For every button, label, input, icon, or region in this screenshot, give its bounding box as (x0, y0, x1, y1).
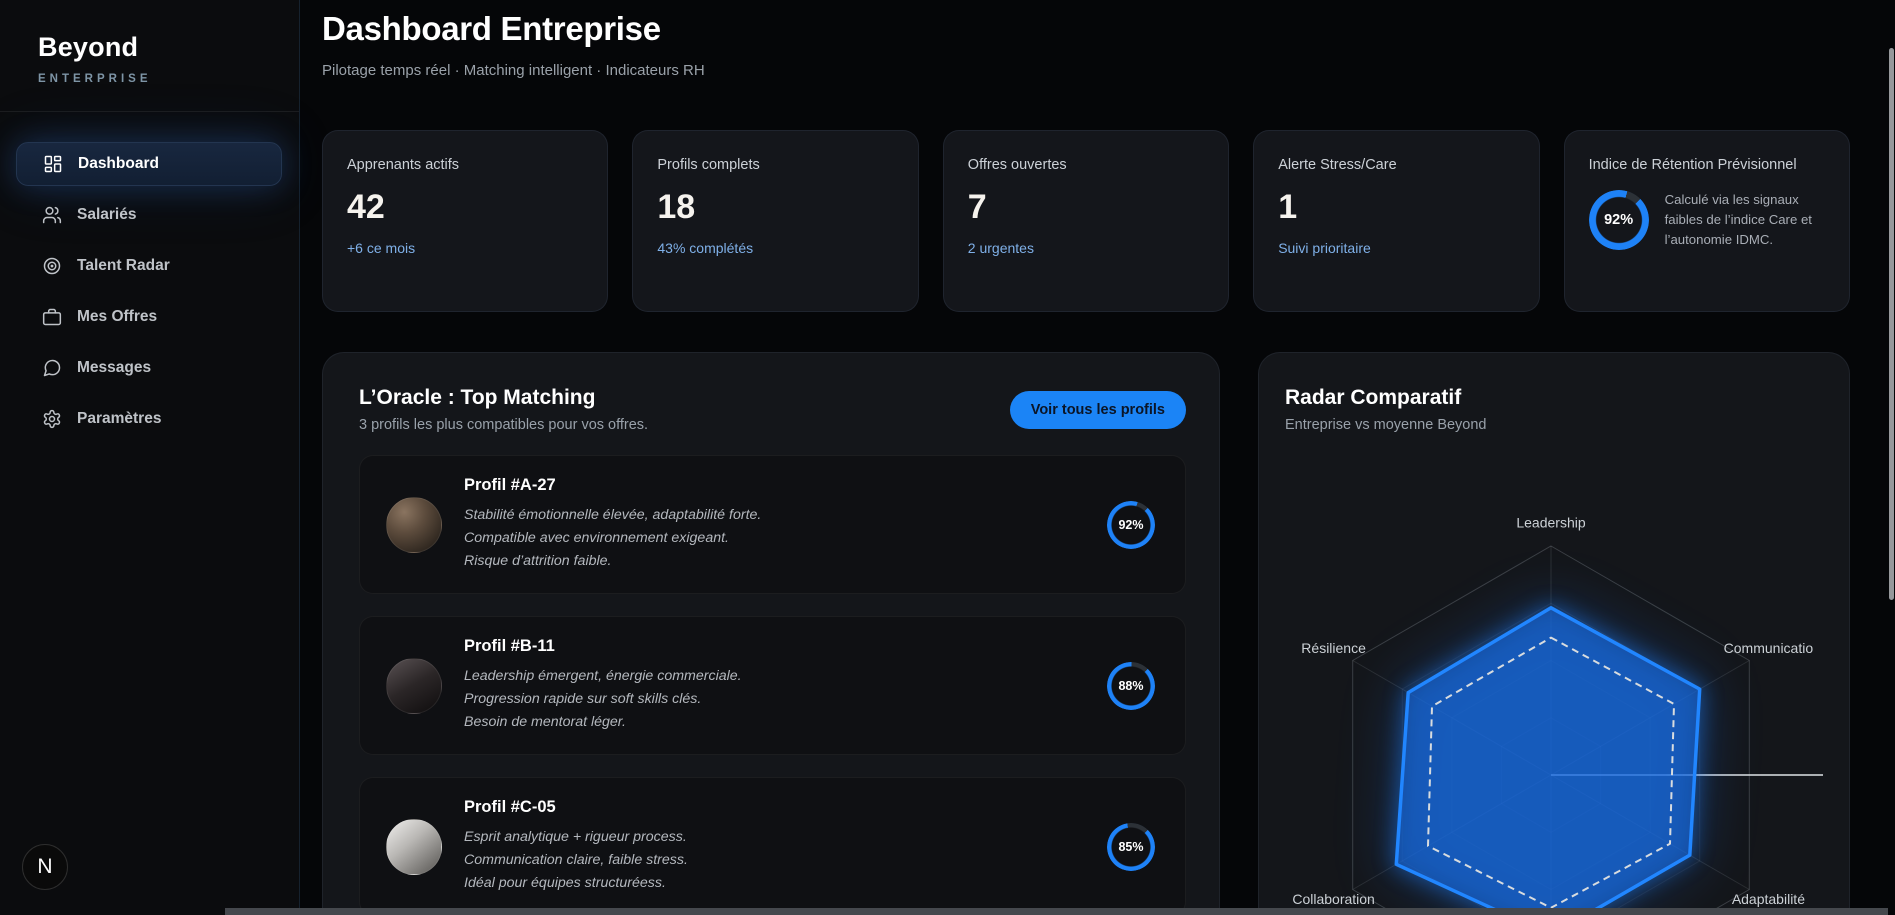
sidebar-item-label: Dashboard (78, 155, 159, 173)
sidebar: Beyond ENTERPRISE Dashboard Salariés (0, 0, 300, 915)
brand-name: Beyond (38, 32, 299, 63)
app-root: Beyond ENTERPRISE Dashboard Salariés (0, 0, 1895, 915)
profile-line: Stabilité émotionnelle élevée, adaptabil… (464, 504, 761, 527)
sidebar-item-label: Talent Radar (77, 257, 170, 275)
vertical-scrollbar-thumb[interactable] (1889, 48, 1894, 600)
profile-row-a27[interactable]: Profil #A-27 Stabilité émotionnelle élev… (359, 455, 1186, 594)
oracle-subtitle: 3 profils les plus compatibles pour vos … (359, 417, 648, 433)
sidebar-item-messages[interactable]: Messages (16, 346, 282, 390)
radar-subtitle: Entreprise vs moyenne Beyond (1285, 417, 1849, 433)
stat-value: 42 (347, 188, 583, 227)
sidebar-item-dashboard[interactable]: Dashboard (16, 142, 282, 186)
stat-label: Offres ouvertes (968, 157, 1204, 173)
horizontal-scrollbar[interactable] (225, 908, 1888, 915)
page-subtitle: Pilotage temps réel · Matching intellige… (322, 62, 705, 79)
match-progress-ring: 92% (1107, 501, 1155, 549)
profile-line: Esprit analytique + rigueur process. (464, 826, 688, 849)
stat-label: Profils complets (657, 157, 893, 173)
nextjs-dev-badge[interactable]: N (22, 844, 68, 890)
main-content: Dashboard Entreprise Pilotage temps réel… (300, 0, 1895, 915)
profile-line: Communication claire, faible stress. (464, 849, 688, 872)
profile-row-c05[interactable]: Profil #C-05 Esprit analytique + rigueur… (359, 777, 1186, 915)
match-ring-value: 92% (1118, 518, 1143, 532)
sidebar-item-label: Mes Offres (77, 308, 157, 326)
stat-sub: Suivi prioritaire (1278, 240, 1514, 256)
radar-chart: Leadership Communicatio Adaptabilité Collab… (1259, 353, 1850, 915)
profile-avatar (386, 658, 442, 714)
profile-row-b11[interactable]: Profil #B-11 Leadership émergent, énergi… (359, 616, 1186, 755)
stat-card-offres: Offres ouvertes 7 2 urgentes (943, 130, 1229, 312)
stat-sub: 43% complétés (657, 240, 893, 256)
brand-subtitle: ENTERPRISE (38, 73, 299, 85)
profile-line: Compatible avec environnement exigeant. (464, 527, 761, 550)
stat-card-apprenants: Apprenants actifs 42 +6 ce mois (322, 130, 608, 312)
profile-avatar (386, 819, 442, 875)
sidebar-item-salaries[interactable]: Salariés (16, 193, 282, 237)
profile-line: Besoin de mentorat léger. (464, 711, 742, 734)
profile-name: Profil #C-05 (464, 798, 688, 817)
sidebar-item-label: Salariés (77, 206, 136, 224)
stat-label: Apprenants actifs (347, 157, 583, 173)
match-ring-value: 88% (1118, 679, 1143, 693)
sidebar-nav: Dashboard Salariés Talent Radar Mes Offr… (0, 112, 299, 441)
sidebar-item-label: Paramètres (77, 410, 161, 428)
briefcase-icon (42, 307, 62, 327)
layout-dashboard-icon (43, 154, 63, 174)
radar-title: Radar Comparatif (1285, 386, 1849, 410)
stat-label: Alerte Stress/Care (1278, 157, 1514, 173)
stat-card-profils: Profils complets 18 43% complétés (632, 130, 918, 312)
match-ring-value: 85% (1118, 840, 1143, 854)
stat-sub: +6 ce mois (347, 240, 583, 256)
profile-line: Risque d’attrition faible. (464, 550, 761, 573)
stat-value: 1 (1278, 188, 1514, 227)
profile-avatar (386, 497, 442, 553)
gear-icon (42, 409, 62, 429)
retention-progress-ring: 92% (1589, 190, 1649, 250)
radar-panel: Leadership Communicatio Adaptabilité Collab… (1258, 352, 1850, 915)
radar-axis-label: Communicatio (1724, 640, 1814, 656)
retention-description: Calculé via les signaux faibles de l’ind… (1665, 190, 1817, 249)
profile-line: Progression rapide sur soft skills clés. (464, 688, 742, 711)
sidebar-item-parametres[interactable]: Paramètres (16, 397, 282, 441)
sidebar-item-label: Messages (77, 359, 151, 377)
stat-value: 18 (657, 188, 893, 227)
message-bubble-icon (42, 358, 62, 378)
match-progress-ring: 88% (1107, 662, 1155, 710)
profile-name: Profil #A-27 (464, 476, 761, 495)
retention-ring-value: 92% (1604, 212, 1633, 228)
sidebar-item-mes-offres[interactable]: Mes Offres (16, 295, 282, 339)
stat-card-stress: Alerte Stress/Care 1 Suivi prioritaire (1253, 130, 1539, 312)
stat-label: Indice de Rétention Prévisionnel (1589, 157, 1825, 173)
radar-axis-label: Adaptabilité (1732, 891, 1805, 907)
profile-line: Leadership émergent, énergie commerciale… (464, 665, 742, 688)
stat-sub: 2 urgentes (968, 240, 1204, 256)
radar-axis-label: Collaboration (1292, 891, 1375, 907)
stat-card-retention: Indice de Rétention Prévisionnel 92% Cal… (1564, 130, 1850, 312)
profile-name: Profil #B-11 (464, 637, 742, 656)
radar-axis-label: Résilience (1301, 640, 1366, 656)
stat-cards-row: Apprenants actifs 42 +6 ce mois Profils … (322, 130, 1850, 312)
page-title: Dashboard Entreprise (322, 10, 661, 48)
oracle-title: L’Oracle : Top Matching (359, 386, 648, 410)
view-all-profiles-button[interactable]: Voir tous les profils (1010, 391, 1186, 429)
stat-value: 7 (968, 188, 1204, 227)
sidebar-item-talent-radar[interactable]: Talent Radar (16, 244, 282, 288)
radar-target-icon (42, 256, 62, 276)
radar-axis-label: Leadership (1516, 515, 1585, 531)
brand: Beyond ENTERPRISE (0, 0, 299, 85)
nextjs-badge-letter: N (37, 855, 52, 879)
users-icon (42, 205, 62, 225)
oracle-panel: L’Oracle : Top Matching 3 profils les pl… (322, 352, 1220, 915)
match-progress-ring: 85% (1107, 823, 1155, 871)
profile-line: Idéal pour équipes structuréess. (464, 872, 688, 895)
